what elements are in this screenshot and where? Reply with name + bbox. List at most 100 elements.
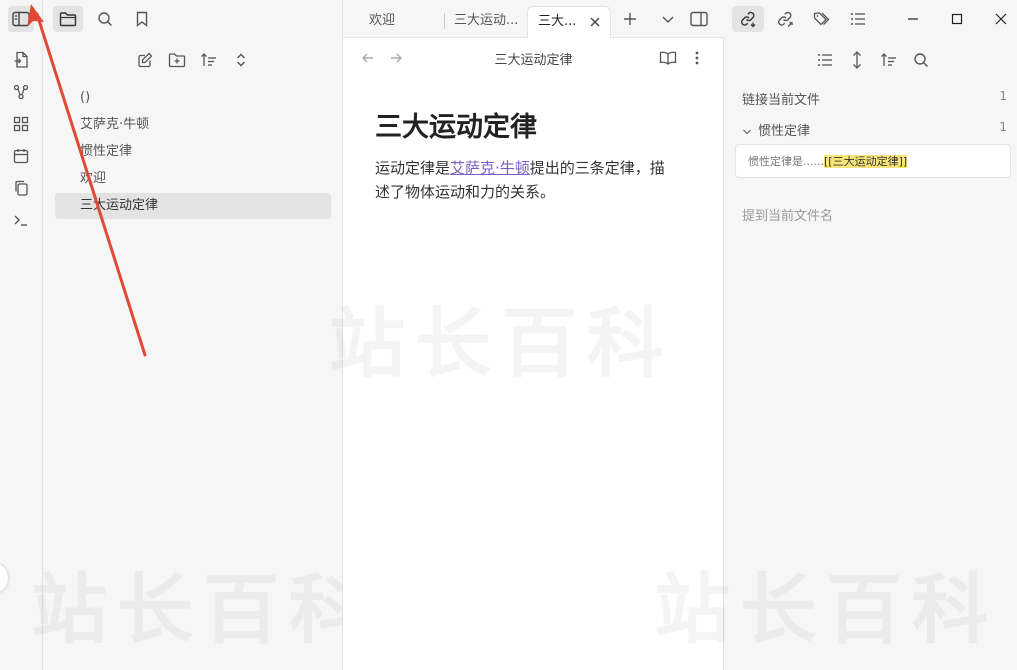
outgoing-links-icon [778,11,793,27]
chevrons-up-down-icon [237,53,245,67]
canvas-button[interactable] [8,111,34,137]
file-item[interactable]: 欢迎 [55,166,331,192]
tab-bookmarks[interactable] [127,6,157,32]
close-icon [995,13,1007,25]
book-open-icon [659,51,677,65]
file-item[interactable]: 惯性定律 [55,139,331,165]
new-folder-button[interactable] [165,48,189,72]
linked-mentions-title: 链接当前文件 [742,93,821,108]
tab-close-button[interactable] [586,7,604,37]
left-sidebar: () 艾萨克·牛顿 惯性定律 欢迎 三大运动定律 站长百科 [31,0,365,670]
collapse-results-button[interactable] [813,48,837,72]
unlinked-mentions-title: 提到当前文件名 [742,209,834,224]
tab-bar: 欢迎 三大运动... 三大... [343,0,724,38]
collapse-all-button[interactable] [229,48,253,72]
graph-icon [13,84,29,100]
snippet-text: 惯性定律是...... [748,155,824,168]
search-icon [914,53,928,67]
open-quick-switcher-button[interactable] [8,47,34,73]
paragraph-text: 运动定律是 [375,159,451,177]
file-explorer-actions [43,48,343,72]
tab-file-explorer[interactable] [53,6,83,32]
backlinks-icon [741,11,756,28]
file-item[interactable]: 艾萨克·牛顿 [55,112,331,138]
tab-outgoing-links[interactable] [769,6,801,32]
tab-laws-of-motion-active[interactable]: 三大... [527,6,611,38]
tab-laws-of-motion[interactable]: 三大运动... [444,6,526,38]
copy-icon [15,180,28,196]
snippet-link-highlight: [[三大运动定律]] [823,155,908,168]
more-vertical-icon [695,51,699,65]
watermark: 站长百科 [31,548,375,658]
sidebar-right-icon [690,11,708,27]
ribbon [0,0,43,670]
sidebar-toggle-icon [12,11,30,27]
daily-note-button[interactable] [8,143,34,169]
templates-button[interactable] [8,175,34,201]
sort-icon [881,53,896,66]
note-content[interactable]: 三大运动定律 运动定律是艾萨克·牛顿提出的三条定律，描述了物体运动和力的关系。 [375,108,675,204]
view-header: 三大运动定律 [343,38,724,78]
search-backlinks-button[interactable] [909,48,933,72]
right-sidebar: 链接当前文件 1 惯性定律 1 惯性定律是......[[三大运动定律]] 提到… [654,0,1017,670]
tab-list-dropdown[interactable] [657,8,679,30]
unlinked-mentions-header[interactable]: 提到当前文件名 [742,205,1007,224]
tags-icon [813,12,830,26]
backlink-snippet[interactable]: 惯性定律是......[[三大运动定律]] [735,144,1011,178]
note-paragraph: 运动定律是艾萨克·牛顿提出的三条定律，描述了物体运动和力的关系。 [375,156,675,204]
new-tab-button[interactable] [619,8,641,30]
terminal-icon [14,215,27,226]
graph-view-button[interactable] [8,79,34,105]
file-item-active[interactable]: 三大运动定律 [55,193,331,219]
sort-backlinks-button[interactable] [877,48,901,72]
chevron-down-icon [662,16,674,23]
tab-label: 欢迎 [369,13,396,28]
reading-view-button[interactable] [657,47,679,69]
list-icon [851,13,865,25]
plus-icon [624,13,636,25]
tab-backlinks[interactable] [732,6,764,32]
maximize-button[interactable] [945,8,969,30]
grid-icon [13,116,29,132]
watermark: 站长百科 [329,282,673,392]
folder-plus-icon [168,53,186,68]
calendar-icon [13,149,29,164]
backlinks-actions [724,48,1017,72]
new-note-button[interactable] [133,48,157,72]
maximize-icon [951,13,963,25]
close-icon [590,17,600,27]
bookmark-icon [136,11,148,27]
internal-link[interactable]: 艾萨克·牛顿 [450,159,530,177]
edit-icon [138,52,153,68]
tab-outline[interactable] [842,6,874,32]
toggle-right-sidebar-button[interactable] [688,8,710,30]
sort-order-button[interactable] [197,48,221,72]
tab-label: 三大... [538,14,577,29]
chevron-down-icon [742,127,758,137]
linked-mentions-header[interactable]: 链接当前文件 1 [742,89,1007,108]
editor-pane: 欢迎 三大运动... 三大... 三大运动定律 三大运动定律 运动定律是艾萨克·… [329,0,724,670]
backlink-group[interactable]: 惯性定律 1 [742,120,1007,139]
command-palette-button[interactable] [8,207,34,233]
close-window-button[interactable] [989,8,1013,30]
expand-vertical-icon [853,51,861,69]
tab-tags[interactable] [806,6,838,32]
minimize-button[interactable] [901,8,925,30]
folder-icon [59,12,77,27]
file-switch-icon [14,51,28,68]
tab-search[interactable] [90,6,120,32]
linked-mentions-count: 1 [999,89,1007,103]
toggle-left-sidebar-button[interactable] [8,6,34,32]
file-item[interactable]: () [55,85,331,111]
tab-label: 三大运动... [454,13,519,28]
sidebar-header [43,0,343,38]
more-options-button[interactable] [686,47,708,69]
search-icon [98,12,112,26]
note-heading: 三大运动定律 [375,112,537,143]
tab-welcome[interactable]: 欢迎 [359,6,439,38]
backlink-group-title: 惯性定律 [758,124,811,139]
file-tree: () 艾萨克·牛顿 惯性定律 欢迎 三大运动定律 [55,85,331,220]
show-more-context-button[interactable] [845,48,869,72]
minimize-icon [908,18,918,20]
list-icon [818,54,832,66]
